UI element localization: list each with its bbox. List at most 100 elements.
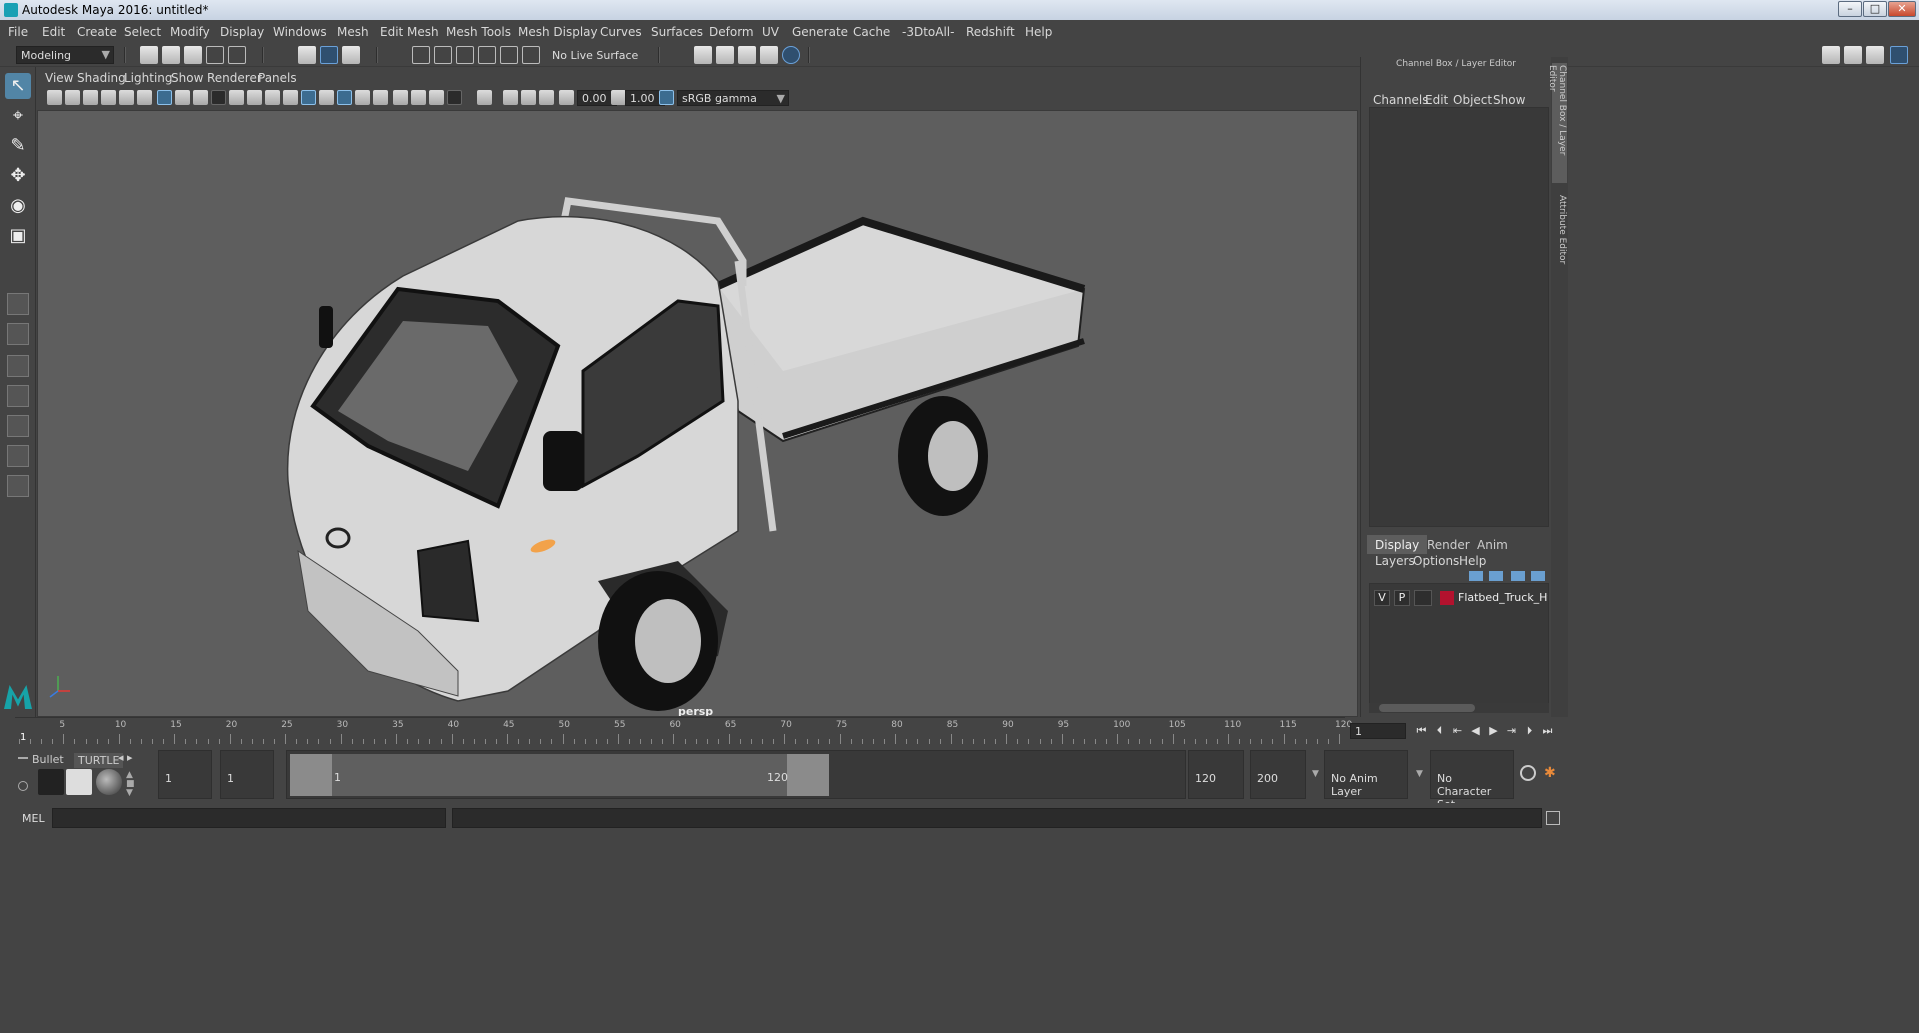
resolution-gate-icon[interactable] xyxy=(193,90,208,105)
single-pane-layout-icon[interactable] xyxy=(7,293,29,315)
layer-color-swatch[interactable] xyxy=(1440,591,1454,605)
menu-uv[interactable]: UV xyxy=(762,25,779,39)
menu-redshift[interactable]: Redshift xyxy=(966,25,1015,39)
xray-icon[interactable] xyxy=(503,90,518,105)
shadows-icon[interactable] xyxy=(393,90,408,105)
outliner-persp-layout-icon[interactable] xyxy=(7,415,29,437)
playback-start-field[interactable]: 1 xyxy=(220,750,274,799)
animation-end-field[interactable]: 200 xyxy=(1250,750,1306,799)
ipr-render-icon[interactable] xyxy=(738,46,756,64)
textured-icon[interactable] xyxy=(355,90,370,105)
current-frame-field[interactable]: 1 xyxy=(1350,723,1406,739)
command-language-label[interactable]: MEL xyxy=(22,812,45,825)
menu-help[interactable]: Help xyxy=(1025,25,1052,39)
hypershade-icon[interactable] xyxy=(782,46,800,64)
layer-playback-toggle[interactable]: P xyxy=(1394,590,1410,606)
safe-action-icon[interactable] xyxy=(247,90,262,105)
collapse-layout-icon[interactable] xyxy=(7,475,29,497)
range-fill[interactable] xyxy=(332,754,787,796)
layer-scrollbar[interactable] xyxy=(1369,703,1549,713)
color-space-dropdown[interactable]: sRGB gamma ▼ xyxy=(677,90,789,106)
rotate-tool-icon[interactable]: ◉ xyxy=(5,193,31,219)
cb-menu-channels[interactable]: Channels xyxy=(1373,93,1429,107)
shelf-scroll-arrows-icon[interactable]: ◂ ▸ xyxy=(118,751,133,764)
command-input[interactable] xyxy=(52,808,446,828)
snap-curve-icon[interactable] xyxy=(434,46,452,64)
new-layer-from-selected-icon[interactable] xyxy=(1531,571,1545,581)
lasso-tool-icon[interactable]: ⌖ xyxy=(5,103,31,129)
grease-pencil-icon[interactable] xyxy=(137,90,152,105)
gate-mask-icon[interactable] xyxy=(211,90,226,105)
scale-tool-icon[interactable]: ▣ xyxy=(5,223,31,249)
menu-curves[interactable]: Curves xyxy=(600,25,642,39)
open-scene-icon[interactable] xyxy=(162,46,180,64)
step-forward-key-icon[interactable]: ⇥ xyxy=(1504,723,1519,739)
vp-menu-show[interactable]: Show xyxy=(171,71,203,85)
menu-mesh-tools[interactable]: Mesh Tools xyxy=(446,25,511,39)
workspace-layout-icon[interactable] xyxy=(1822,46,1840,64)
flatbed-truck-model[interactable] xyxy=(38,111,1358,717)
snap-surface-icon[interactable] xyxy=(500,46,518,64)
gamma-icon[interactable] xyxy=(611,90,626,105)
tab-anim[interactable]: Anim xyxy=(1469,535,1516,554)
layer-display-type-toggle[interactable] xyxy=(1414,590,1432,606)
cb-menu-object[interactable]: Object xyxy=(1453,93,1492,107)
playback-end-field[interactable]: 120 xyxy=(1188,750,1244,799)
camera-attributes-icon[interactable] xyxy=(65,90,80,105)
wireframe-on-shaded-icon[interactable] xyxy=(337,90,352,105)
select-component-icon[interactable] xyxy=(342,46,360,64)
shelf-tab-bullet[interactable]: Bullet xyxy=(32,753,64,766)
turtle-render-icon[interactable] xyxy=(38,769,64,795)
bookmarks-icon[interactable] xyxy=(83,90,98,105)
shelf-tab-turtle[interactable]: TURTLE xyxy=(74,753,124,768)
select-camera-icon[interactable] xyxy=(47,90,62,105)
time-slider[interactable]: 5 10 15 20 25 30 35 40 45 50 55 60 65 70 75 80 85 90 95 100… xyxy=(0,717,1919,745)
field-chart-icon[interactable] xyxy=(229,90,244,105)
menu-deform[interactable]: Deform xyxy=(709,25,754,39)
turtle-bake-icon[interactable] xyxy=(66,769,92,795)
smooth-shade-icon[interactable] xyxy=(301,90,316,105)
vp-menu-panels[interactable]: Panels xyxy=(258,71,297,85)
move-layer-up-icon[interactable] xyxy=(1469,571,1483,581)
default-material-icon[interactable] xyxy=(319,90,334,105)
film-gate-icon[interactable] xyxy=(175,90,190,105)
render-frame-icon[interactable] xyxy=(716,46,734,64)
layer-menu-layers[interactable]: Layers xyxy=(1375,554,1415,568)
cb-menu-show[interactable]: Show xyxy=(1493,93,1525,107)
layer-menu-help[interactable]: Help xyxy=(1459,554,1486,568)
menu-select[interactable]: Select xyxy=(124,25,161,39)
wireframe-icon[interactable] xyxy=(283,90,298,105)
save-scene-icon[interactable] xyxy=(184,46,202,64)
snap-view-plane-icon[interactable] xyxy=(478,46,496,64)
step-forward-frame-icon[interactable]: ⏵ xyxy=(1522,723,1537,739)
shelf-settings-icon[interactable] xyxy=(18,781,28,791)
xray-joints-icon[interactable] xyxy=(521,90,536,105)
close-button[interactable]: ✕ xyxy=(1888,1,1916,17)
motion-blur-icon[interactable] xyxy=(429,90,444,105)
layer-row[interactable]: V P Flatbed_Truck_Hyundai_l xyxy=(1372,590,1548,608)
toggle-modeling-toolkit-icon[interactable] xyxy=(1844,46,1862,64)
layer-visibility-toggle[interactable]: V xyxy=(1374,590,1390,606)
graph-editor-layout-icon[interactable] xyxy=(7,445,29,467)
character-set-dropdown[interactable]: No Character Set xyxy=(1430,750,1514,811)
tab-attribute-editor[interactable]: Attribute Editor xyxy=(1552,193,1567,273)
toggle-channel-box-icon[interactable] xyxy=(1890,46,1908,64)
new-empty-layer-icon[interactable] xyxy=(1511,571,1525,581)
2d-pan-zoom-icon[interactable] xyxy=(119,90,134,105)
vp-menu-renderer[interactable]: Renderer xyxy=(207,71,262,85)
maximize-button[interactable]: □ xyxy=(1863,1,1887,17)
render-settings-icon[interactable] xyxy=(694,46,712,64)
snap-point-icon[interactable] xyxy=(456,46,474,64)
redo-icon[interactable] xyxy=(228,46,246,64)
auto-key-icon[interactable]: ✱ xyxy=(1544,765,1560,781)
step-back-key-icon[interactable]: ⇤ xyxy=(1450,723,1465,739)
mode-dropdown[interactable]: Modeling ▼ xyxy=(16,46,114,64)
play-forwards-icon[interactable]: ▶ xyxy=(1486,723,1501,739)
render-view-icon[interactable] xyxy=(760,46,778,64)
menu-file[interactable]: File xyxy=(8,25,28,39)
menu-mesh[interactable]: Mesh xyxy=(337,25,369,39)
new-scene-icon[interactable] xyxy=(140,46,158,64)
menu-create[interactable]: Create xyxy=(77,25,117,39)
chevron-down-icon[interactable]: ▼ xyxy=(1416,769,1423,779)
go-to-start-icon[interactable]: ⏮ xyxy=(1414,723,1429,739)
